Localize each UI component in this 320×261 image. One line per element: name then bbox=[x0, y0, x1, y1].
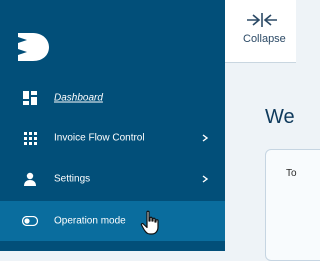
app-logo-icon bbox=[18, 33, 49, 61]
card-label: To bbox=[286, 168, 297, 179]
sidebar: Dashboard Invoice Flow Control Settings bbox=[0, 0, 225, 251]
sidebar-item-invoice-flow-control[interactable]: Invoice Flow Control bbox=[0, 118, 225, 158]
sidebar-item-label: Settings bbox=[54, 173, 91, 185]
sidebar-item-operation-mode[interactable]: Operation mode bbox=[0, 201, 225, 241]
collapse-button[interactable]: Collapse bbox=[231, 8, 291, 50]
content-area: We To bbox=[225, 63, 320, 261]
hand-pointer-cursor-icon bbox=[140, 210, 159, 235]
grid-icon bbox=[22, 130, 38, 146]
sidebar-item-settings[interactable]: Settings bbox=[0, 159, 225, 199]
sidebar-item-label: Operation mode bbox=[54, 215, 126, 227]
sidebar-item-label: Invoice Flow Control bbox=[54, 132, 145, 144]
sidebar-item-label: Dashboard bbox=[54, 92, 103, 104]
summary-card: To bbox=[265, 149, 320, 261]
main-panel: Collapse We To bbox=[225, 0, 320, 261]
toggle-icon bbox=[22, 213, 38, 229]
collapse-label: Collapse bbox=[243, 33, 286, 45]
chevron-right-icon bbox=[202, 175, 209, 183]
sidebar-item-dashboard[interactable]: Dashboard bbox=[0, 78, 225, 118]
top-bar: Collapse bbox=[225, 0, 296, 63]
collapse-arrows-icon bbox=[247, 13, 277, 27]
welcome-heading: We bbox=[265, 106, 295, 128]
dashboard-icon bbox=[22, 90, 38, 106]
chevron-right-icon bbox=[202, 134, 209, 142]
user-icon bbox=[22, 171, 38, 187]
